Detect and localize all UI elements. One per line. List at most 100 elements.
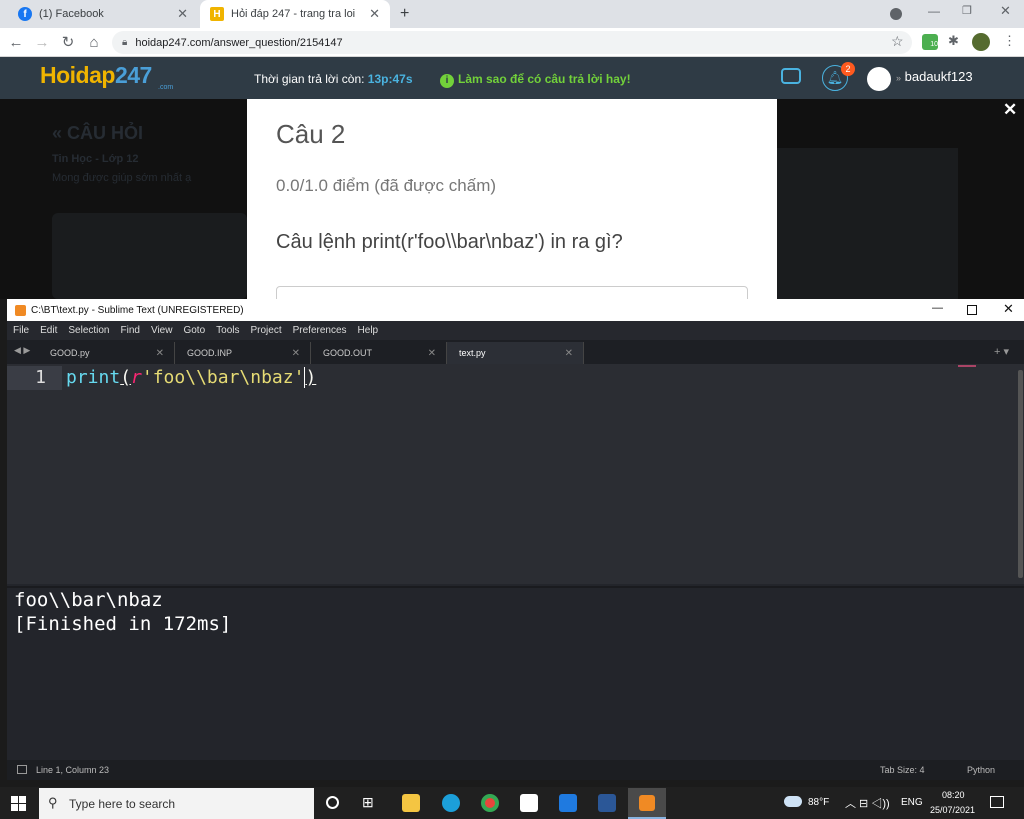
editor-scrollbar[interactable] (1018, 370, 1023, 578)
sublime-maximize-icon[interactable] (967, 305, 977, 315)
menu-file[interactable]: File (13, 325, 29, 336)
menu-view[interactable]: View (151, 325, 173, 336)
page-heading: « CÂU HỎI (52, 123, 144, 143)
word-icon[interactable] (598, 794, 616, 812)
code-close-paren: ) (304, 367, 317, 388)
site-logo[interactable]: Hoidap247 (40, 62, 152, 89)
mail-icon[interactable] (559, 794, 577, 812)
kebab-menu-icon[interactable]: ⋮ (1003, 33, 1016, 49)
tab-close-icon[interactable]: ✕ (177, 6, 188, 22)
modal-close-icon[interactable]: ✕ (1003, 100, 1017, 120)
user-avatar[interactable] (867, 67, 891, 91)
answer-timer: Thời gian trả lời còn: 13p:47s (254, 72, 413, 86)
reload-icon[interactable]: ↻ (58, 32, 78, 52)
menu-edit[interactable]: Edit (40, 325, 57, 336)
task-view-icon[interactable]: ⊞ (362, 794, 374, 811)
tab-hoidap[interactable]: H Hỏi đáp 247 - trang tra loi ✕ (200, 0, 390, 28)
url-input[interactable]: 🔒︎ hoidap247.com/answer_question/2154147 (112, 31, 912, 54)
tab-close-icon[interactable]: ✕ (369, 6, 380, 22)
sublime-minimize-icon[interactable]: — (932, 302, 943, 314)
chrome-icon[interactable] (481, 794, 499, 812)
editor-tab-label: GOOD.OUT (323, 348, 372, 358)
tab-close-icon[interactable]: ✕ (292, 348, 300, 359)
forward-icon[interactable]: → (32, 32, 52, 52)
back-icon[interactable]: ← (6, 32, 26, 52)
clock-date[interactable]: 25/07/2021 (930, 805, 975, 815)
tab-size[interactable]: Tab Size: 4 (880, 765, 925, 775)
tray-icons[interactable]: ︿ ⊟ ◁)) (845, 795, 890, 811)
sublime-title: C:\BT\text.py - Sublime Text (UNREGISTER… (31, 304, 244, 316)
minimize-icon[interactable]: — (928, 4, 940, 18)
desktop-gap (0, 780, 1024, 787)
notification-center-icon[interactable] (990, 796, 1004, 808)
weather-icon[interactable] (784, 796, 802, 807)
menu-goto[interactable]: Goto (183, 325, 205, 336)
code-open-paren: ( (120, 367, 132, 388)
code-string: foo\\bar\nbaz (152, 367, 294, 388)
menu-help[interactable]: Help (358, 325, 379, 336)
logo-num: 247 (114, 62, 152, 88)
code-quote-open: ' (141, 367, 153, 388)
tab-close-icon[interactable]: ✕ (428, 348, 436, 359)
new-editor-tab-icon[interactable]: + ▾ (994, 345, 1009, 358)
panel-toggle-icon[interactable] (17, 765, 27, 774)
facebook-icon: f (18, 7, 32, 21)
timer-label: Thời gian trả lời còn: (254, 72, 365, 86)
menu-project[interactable]: Project (251, 325, 282, 336)
puzzle-icon[interactable]: ✱ (948, 33, 959, 49)
modal-title: Câu 2 (276, 119, 346, 149)
editor-tab-good-py[interactable]: GOOD.py ✕ (38, 342, 175, 364)
sublime-taskbar-button[interactable] (628, 788, 666, 819)
new-tab-button[interactable]: + (400, 5, 409, 23)
username[interactable]: » badaukf123 (896, 69, 973, 84)
syntax-mode[interactable]: Python (967, 765, 995, 775)
menu-find[interactable]: Find (121, 325, 140, 336)
language-indicator[interactable]: ENG (901, 797, 923, 808)
code-line[interactable]: print(r'foo\\bar\nbaz') (66, 366, 317, 390)
sublime-titlebar: C:\BT\text.py - Sublime Text (UNREGISTER… (7, 299, 1024, 321)
home-icon[interactable]: ⌂ (84, 32, 104, 52)
edge-icon[interactable] (442, 794, 460, 812)
tab-close-icon[interactable]: ✕ (565, 348, 573, 359)
menu-preferences[interactable]: Preferences (293, 325, 347, 336)
logo-sub: .com (158, 84, 174, 91)
profile-menu-icon[interactable] (890, 8, 902, 20)
side-panel (777, 148, 958, 299)
tab-close-icon[interactable]: ✕ (156, 348, 164, 359)
clock-time[interactable]: 08:20 (942, 790, 965, 800)
file-explorer-icon[interactable] (402, 794, 420, 812)
tab-label: (1) Facebook (39, 8, 104, 20)
bookmark-star-icon[interactable]: ☆ (891, 33, 904, 50)
restore-icon[interactable]: ❐ (962, 4, 972, 17)
question-image (52, 213, 247, 299)
chat-icon[interactable] (781, 68, 801, 84)
cortana-icon[interactable] (326, 796, 339, 809)
menu-selection[interactable]: Selection (68, 325, 109, 336)
editor-tab-label: text.py (459, 348, 486, 358)
editor-tab-text-py[interactable]: text.py ✕ (447, 342, 584, 364)
tab-facebook[interactable]: f (1) Facebook ✕ (8, 0, 198, 28)
menu-tools[interactable]: Tools (216, 325, 239, 336)
tab-label: Hỏi đáp 247 - trang tra loi (231, 8, 356, 20)
weather-temp[interactable]: 88°F (808, 797, 829, 808)
editor-tab-good-inp[interactable]: GOOD.INP ✕ (175, 342, 311, 364)
editor-tab-label: GOOD.INP (187, 348, 233, 358)
search-placeholder: Type here to search (69, 796, 176, 811)
code-editor[interactable] (7, 364, 1024, 584)
taskbar-search[interactable]: ⚲ Type here to search (39, 788, 314, 819)
tip-text: Làm sao để có câu trả lời hay! (458, 72, 631, 86)
extension-icon[interactable]: 10 (922, 34, 938, 50)
sublime-menubar: File Edit Selection Find View Goto Tools… (7, 321, 1024, 340)
sublime-close-icon[interactable]: ✕ (1003, 301, 1014, 317)
cursor-position: Line 1, Column 23 (36, 765, 110, 775)
tab-scroll-arrows-icon[interactable]: ◀ ▶ (14, 345, 30, 356)
store-icon[interactable] (520, 794, 538, 812)
editor-tab-good-out[interactable]: GOOD.OUT ✕ (311, 342, 447, 364)
hoidap-icon: H (210, 7, 224, 21)
close-window-icon[interactable]: ✕ (1000, 3, 1011, 19)
tip-link[interactable]: i Làm sao để có câu trả lời hay! (440, 72, 631, 88)
minimap[interactable] (958, 365, 976, 367)
sublime-statusbar: Line 1, Column 23 Tab Size: 4 Python (7, 760, 1024, 780)
avatar[interactable] (972, 33, 990, 51)
windows-start-icon[interactable] (11, 796, 26, 811)
